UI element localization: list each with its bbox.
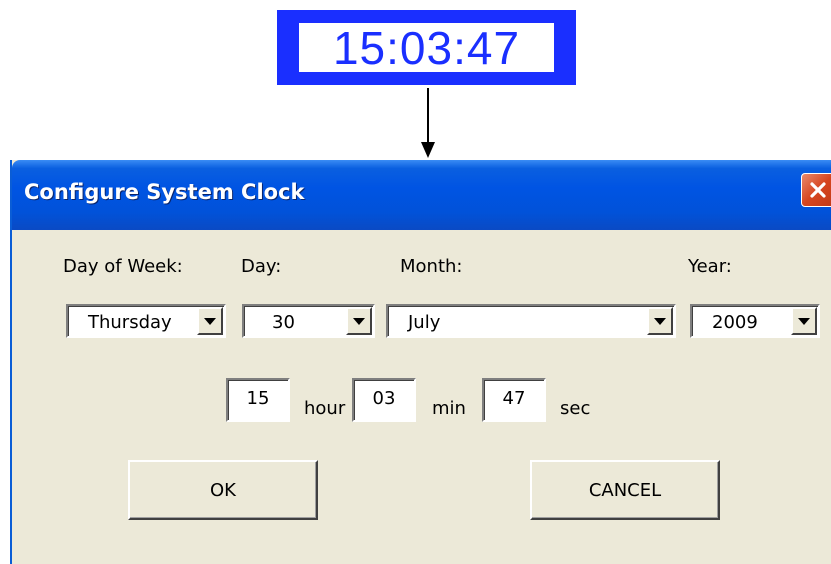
year-value: 2009: [712, 312, 758, 333]
second-input[interactable]: 47: [482, 378, 546, 422]
day-label: Day:: [241, 256, 282, 277]
dialog-title: Configure System Clock: [24, 180, 305, 204]
chevron-down-icon: [204, 317, 216, 325]
minute-input[interactable]: 03: [352, 378, 416, 422]
sec-unit-label: sec: [560, 398, 591, 419]
month-select[interactable]: July: [386, 304, 676, 338]
close-x-icon: [810, 182, 826, 198]
day-of-week-dropdown-button[interactable]: [197, 307, 223, 335]
day-value: 30: [272, 312, 295, 333]
chevron-down-icon: [654, 317, 666, 325]
configure-clock-dialog: Configure System Clock Day of Week: Day:…: [10, 160, 831, 564]
year-label: Year:: [688, 256, 732, 277]
arrow-down-icon: [421, 142, 435, 158]
chevron-down-icon: [798, 317, 810, 325]
close-button[interactable]: [801, 173, 831, 207]
chevron-down-icon: [353, 317, 365, 325]
clock-time-text: 15:03:47: [299, 22, 554, 74]
connector-arrow-line: [427, 88, 429, 144]
day-of-week-value: Thursday: [88, 312, 172, 333]
month-value: July: [408, 312, 441, 333]
hour-input[interactable]: 15: [226, 378, 290, 422]
cancel-button[interactable]: CANCEL: [530, 460, 720, 520]
day-of-week-select[interactable]: Thursday: [66, 304, 226, 338]
month-dropdown-button[interactable]: [647, 307, 673, 335]
dialog-titlebar[interactable]: Configure System Clock: [12, 160, 831, 230]
min-unit-label: min: [432, 398, 466, 419]
hour-unit-label: hour: [304, 398, 346, 419]
day-of-week-label: Day of Week:: [63, 256, 183, 277]
clock-display: 15:03:47: [277, 10, 576, 85]
month-label: Month:: [400, 256, 463, 277]
ok-button[interactable]: OK: [128, 460, 318, 520]
day-select[interactable]: 30: [242, 304, 375, 338]
day-dropdown-button[interactable]: [346, 307, 372, 335]
year-select[interactable]: 2009: [690, 304, 820, 338]
year-dropdown-button[interactable]: [791, 307, 817, 335]
